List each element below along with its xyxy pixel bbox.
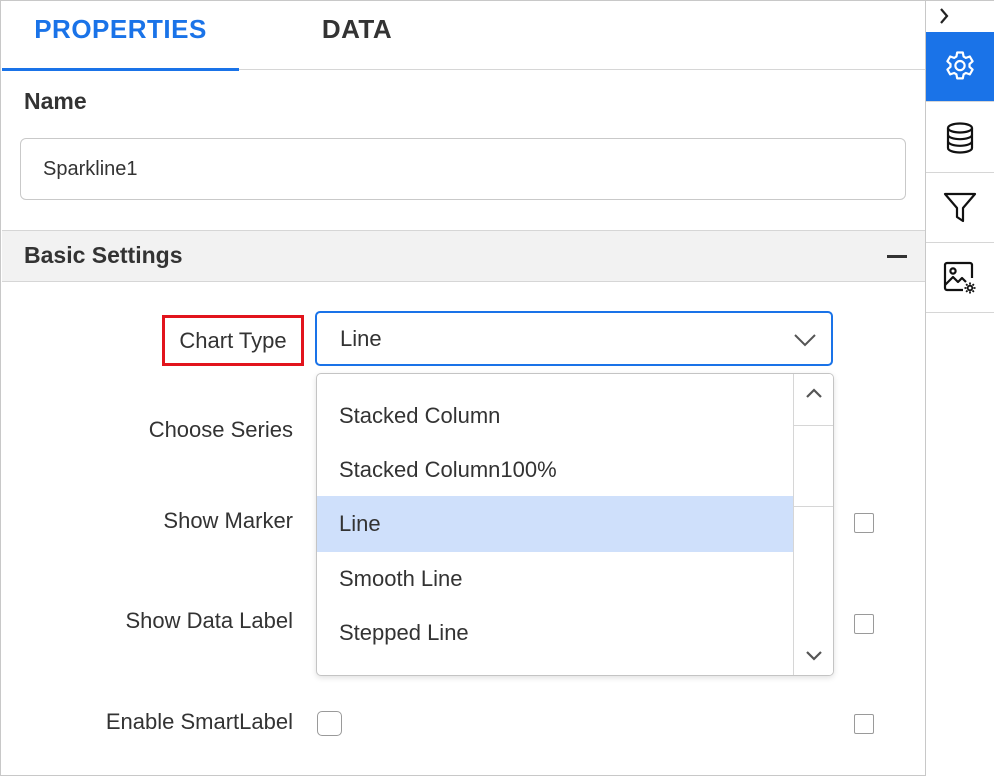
data-panel-button[interactable] <box>926 103 994 173</box>
scroll-up-button[interactable] <box>794 374 833 414</box>
chevron-right-icon <box>940 8 949 24</box>
option-smooth-line[interactable]: Smooth Line <box>317 551 793 607</box>
database-icon <box>946 122 974 154</box>
chevron-up-icon <box>806 388 822 398</box>
filter-panel-button[interactable] <box>926 173 994 243</box>
chevron-down-icon <box>806 651 822 661</box>
collapse-panel-button[interactable] <box>926 1 994 32</box>
chart-type-selected-value: Line <box>340 326 382 351</box>
enable-smartlabel-label: Enable SmartLabel <box>105 709 293 734</box>
chart-type-label: Chart Type <box>162 315 304 366</box>
gear-icon <box>946 51 974 80</box>
chart-type-options-popup: Stacked Column Stacked Column100% Line S… <box>316 373 834 676</box>
properties-panel: PROPERTIES DATA Name Basic Settings Char… <box>2 2 925 775</box>
right-icon-rail <box>925 1 994 776</box>
show-data-label-label: Show Data Label <box>125 608 293 633</box>
name-label: Name <box>24 88 87 114</box>
option-stacked-column[interactable]: Stacked Column <box>317 388 793 444</box>
name-input[interactable] <box>20 138 906 200</box>
scrollbar-thumb[interactable] <box>794 425 833 507</box>
option-line[interactable]: Line <box>317 496 793 552</box>
minus-icon[interactable] <box>887 255 907 258</box>
image-settings-icon <box>943 261 976 294</box>
options-scrollbar[interactable] <box>793 374 833 675</box>
chevron-down-icon <box>794 334 816 347</box>
show-data-label-checkbox[interactable] <box>854 614 874 634</box>
tab-properties[interactable]: PROPERTIES <box>2 2 239 71</box>
choose-series-label: Choose Series <box>148 417 293 442</box>
chart-type-dropdown[interactable]: Line <box>315 311 833 366</box>
tab-data[interactable]: DATA <box>292 2 422 70</box>
image-settings-panel-button[interactable] <box>926 243 994 313</box>
tab-bar: PROPERTIES DATA <box>2 2 925 71</box>
enable-smartlabel-toggle[interactable] <box>317 711 342 736</box>
enable-smartlabel-checkbox[interactable] <box>854 714 874 734</box>
scroll-down-button[interactable] <box>794 635 833 675</box>
show-marker-checkbox[interactable] <box>854 513 874 533</box>
properties-panel-button[interactable] <box>926 32 994 102</box>
basic-settings-title: Basic Settings <box>24 242 183 268</box>
filter-icon <box>943 192 977 223</box>
show-marker-label: Show Marker <box>163 508 293 533</box>
properties-panel-window: PROPERTIES DATA Name Basic Settings Char… <box>0 0 994 776</box>
basic-settings-header[interactable]: Basic Settings <box>2 230 925 282</box>
option-stacked-column100[interactable]: Stacked Column100% <box>317 442 793 498</box>
option-stepped-line[interactable]: Stepped Line <box>317 605 793 661</box>
